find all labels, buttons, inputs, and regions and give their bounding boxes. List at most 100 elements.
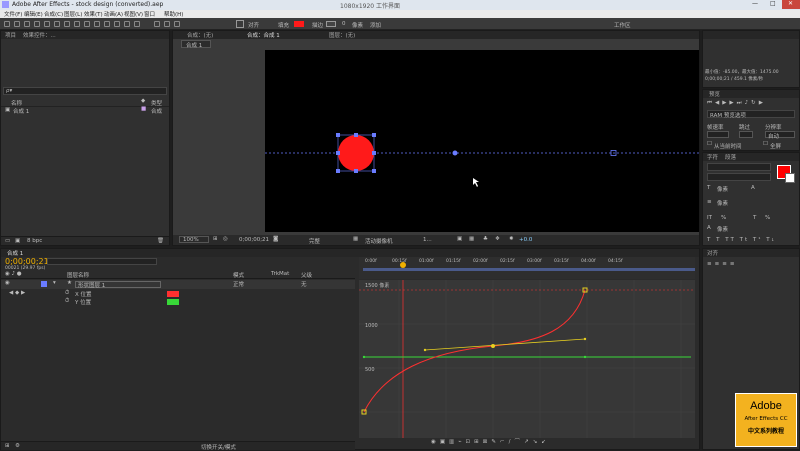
comp-timecode[interactable]: 0;00;00;21 (239, 237, 269, 243)
roto-brush-tool-icon[interactable] (124, 21, 130, 27)
from-current-checkbox[interactable]: ☐ (707, 141, 712, 147)
menu-item-4[interactable]: 效果(T) (84, 10, 103, 18)
font-style-dropdown[interactable] (707, 173, 771, 181)
folder-icon[interactable]: ▭ (5, 238, 10, 244)
menu-item-0[interactable]: 文件(F) (4, 10, 22, 18)
zoom-dropdown[interactable]: 100% (179, 236, 209, 243)
justify-icon[interactable]: ≡ (730, 261, 738, 267)
timeline-settings-icon[interactable]: ⚙ (15, 443, 20, 449)
playhead-handle[interactable] (400, 262, 406, 268)
new-comp-icon[interactable]: ▣ (15, 238, 20, 244)
zoom-tool-icon[interactable] (24, 21, 30, 27)
flowchart-icon[interactable]: ❖ (495, 236, 500, 242)
selection-tool-icon[interactable] (4, 21, 10, 27)
next-frame-icon[interactable]: ▶ (729, 100, 736, 106)
view-axis-icon[interactable] (174, 21, 180, 27)
exposure-value[interactable]: +0.0 (519, 237, 532, 243)
subscript-button[interactable]: T₁ (766, 237, 776, 243)
camera-dropdown[interactable]: 活动摄像机 (365, 237, 393, 245)
comp-flowchart-icon[interactable]: ⊞ (5, 443, 10, 449)
prop-row-y-position[interactable]: ⏱ Y 位置 (1, 298, 355, 306)
time-ruler[interactable]: 0:00f 00:15f 01:00f 01:15f 02:00f 02:15f 03:00… (359, 257, 695, 279)
tab-effect-controls[interactable]: 效果控件：... (23, 31, 56, 39)
eraser-tool-icon[interactable] (114, 21, 120, 27)
layer-mode-dropdown[interactable]: 正常 (233, 280, 244, 288)
hand-tool-icon[interactable] (14, 21, 20, 27)
camera-tool-icon[interactable] (44, 21, 50, 27)
align-checkbox[interactable] (236, 20, 244, 28)
superscript-button[interactable]: T¹ (753, 237, 763, 243)
render-icon[interactable]: ♣ (483, 236, 488, 242)
exposure-icon[interactable]: ✸ (509, 236, 514, 242)
menu-item-7[interactable]: 窗口 (144, 10, 155, 18)
fast-preview-icon[interactable]: ▣ (457, 236, 462, 242)
menu-item-6[interactable]: 视图(V) (124, 10, 143, 18)
close-button[interactable]: ✕ (782, 0, 800, 9)
region-icon[interactable]: ▦ (353, 236, 358, 242)
stroke-color-swatch[interactable] (326, 21, 336, 27)
faux-bold-button[interactable]: T (707, 237, 712, 243)
comp-breadcrumb[interactable]: 合成 1 (181, 40, 211, 49)
layer-name-field[interactable]: 形状图层 1 (75, 281, 161, 289)
graph-editor[interactable]: 1500 像素 1000 500 (359, 280, 695, 438)
menu-item-1[interactable]: 编辑(E) (24, 10, 43, 18)
visibility-icon[interactable]: ◉ (5, 280, 10, 286)
prop-row-x-position[interactable]: ◀ ◆ ▶ ⏱ X 位置 (1, 290, 355, 298)
stopwatch-x-icon[interactable]: ⏱ (65, 290, 69, 297)
shape-tool-icon[interactable] (64, 21, 70, 27)
work-area-bar[interactable] (363, 268, 695, 271)
all-caps-button[interactable]: TT (725, 237, 736, 243)
frame-rate-dropdown[interactable] (707, 131, 729, 138)
parent-dropdown[interactable]: 无 (301, 280, 307, 288)
menu-item-5[interactable]: 动画(A) (104, 10, 123, 18)
timeline-timecode[interactable]: 0;00;00;21 (5, 257, 49, 266)
tab-comp-active[interactable]: 合成：合成 1 (247, 31, 280, 39)
col-parent[interactable]: 父级 (301, 271, 312, 279)
snapshot-icon[interactable]: ◙ (273, 236, 278, 242)
bpc-label[interactable]: 8 bpc (27, 238, 42, 244)
show-properties-icon[interactable]: ▣ (440, 439, 449, 445)
menu-item-8[interactable]: 帮助(H) (164, 10, 183, 18)
ram-preview-icon[interactable]: ▶ (759, 100, 766, 106)
mask-icon[interactable]: ◎ (223, 236, 228, 242)
tab-footage-none[interactable]: 图层：(无) (329, 31, 355, 39)
layer-label-color[interactable] (41, 281, 47, 287)
tab-project[interactable]: 项目 (5, 31, 16, 39)
keyframe-nav-x[interactable]: ◀ ◆ ▶ (9, 290, 25, 296)
y-position-value[interactable] (167, 299, 179, 305)
layer-row-shape1[interactable]: ◉ ▾ ★ 形状图层 1 正常 无 (1, 280, 355, 289)
preview-tab[interactable]: 预览 (709, 90, 720, 98)
align-left-icon[interactable]: ≡ (707, 261, 715, 267)
timeline-tab-comp1[interactable]: 合成 1 (7, 249, 23, 257)
graph-type-icon[interactable]: ▥ (449, 439, 458, 445)
views-dropdown[interactable]: 1... (423, 237, 432, 243)
x-position-value[interactable] (167, 291, 179, 297)
easy-ease-icon[interactable]: ↗ (524, 439, 533, 445)
trash-icon[interactable]: 🗑 (157, 238, 164, 244)
first-frame-icon[interactable]: ⏮ (707, 100, 715, 106)
ease-in-icon[interactable]: ↘ (533, 439, 542, 445)
small-caps-button[interactable]: Tt (740, 237, 750, 243)
comp-viewer[interactable] (257, 50, 699, 232)
snap-icon[interactable]: ⌁ (458, 439, 465, 445)
world-axis-icon[interactable] (164, 21, 170, 27)
hold-keyframe-icon[interactable]: ⌐ (500, 439, 509, 445)
edit-keyframe-icon[interactable]: ✎ (491, 439, 500, 445)
align-right-icon[interactable]: ≡ (722, 261, 730, 267)
col-trkmat[interactable]: TrkMat (271, 271, 289, 277)
minimize-button[interactable]: — (746, 0, 764, 9)
rotate-tool-icon[interactable] (34, 21, 40, 27)
col-name[interactable]: 名称 (11, 99, 22, 107)
fit-selection-icon[interactable]: ⊞ (474, 439, 483, 445)
transparency-grid-icon[interactable]: ▦ (469, 236, 474, 242)
resolution-dropdown[interactable]: 完整 (309, 237, 320, 245)
align-panel-tab[interactable]: 对齐 (707, 249, 718, 257)
faux-italic-button[interactable]: T (716, 237, 721, 243)
grid-icon[interactable]: ⊞ (213, 236, 218, 242)
puppet-tool-icon[interactable] (134, 21, 140, 27)
layer-expand-icon[interactable]: ▾ (53, 280, 56, 286)
project-item-comp1[interactable]: ▣ 合成 1 ■ 合成 (1, 106, 169, 115)
loop-icon[interactable]: ↻ (751, 100, 759, 106)
workspace-label[interactable]: 工作区 (614, 21, 631, 29)
col-mode[interactable]: 模式 (233, 271, 244, 279)
